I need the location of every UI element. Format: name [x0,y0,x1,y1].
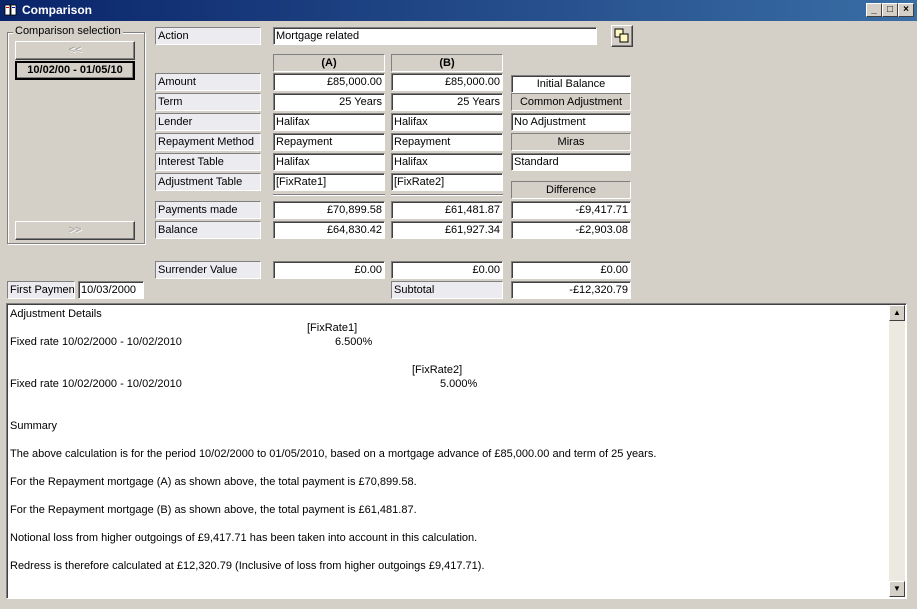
surrender-value-a-field[interactable]: £0.00 [273,261,385,279]
common-adjustment-field[interactable]: No Adjustment [511,113,631,131]
summary-line: For the Repayment mortgage (B) as shown … [10,504,417,516]
miras-field[interactable]: Standard [511,153,631,171]
window-title: Comparison [22,3,93,17]
adjustment-table-b-field[interactable]: [FixRate2] [391,173,503,191]
adjustment-table-a-field[interactable]: [FixRate1] [273,173,385,191]
amount-a-field[interactable]: £85,000.00 [273,73,385,91]
payments-made-label: Payments made [155,201,261,219]
summary-line: Redress is therefore calculated at £12,3… [10,560,485,572]
term-label: Term [155,93,261,111]
amount-b-field[interactable]: £85,000.00 [391,73,503,91]
balance-label: Balance [155,221,261,239]
surrender-value-label: Surrender Value [155,261,261,279]
adjustment-details-panel[interactable]: Adjustment Details [FixRate1] Fixed rate… [6,303,907,599]
subtotal-field: -£12,320.79 [511,281,631,299]
repayment-method-b-field[interactable]: Repayment [391,133,503,151]
compare-button[interactable] [611,25,633,47]
fixrate1-name: [FixRate1] [307,322,358,334]
action-field[interactable]: Mortgage related [273,27,597,45]
difference-header: Difference [511,181,631,199]
lender-label: Lender [155,113,261,131]
amount-label: Amount [155,73,261,91]
summary-line: The above calculation is for the period … [10,448,657,460]
window-app-icon [4,3,19,18]
column-b-separator [391,194,503,196]
interest-table-label: Interest Table [155,153,261,171]
lender-b-field[interactable]: Halifax [391,113,503,131]
initial-balance-field: Initial Balance [511,75,631,93]
details-heading: Adjustment Details [10,308,102,320]
payments-made-difference-field: -£9,417.71 [511,201,631,219]
column-a-separator [273,194,385,196]
close-icon[interactable]: × [898,3,914,17]
first-payment-field[interactable]: 10/03/2000 [78,281,144,299]
vertical-scrollbar[interactable]: ▲ ▼ [889,305,905,597]
adjustment-table-label: Adjustment Table [155,173,261,191]
interest-table-a-field[interactable]: Halifax [273,153,385,171]
summary-heading: Summary [10,420,58,432]
column-a-header: (A) [273,54,385,72]
payments-made-a-field: £70,899.58 [273,201,385,219]
scroll-down-icon[interactable]: ▼ [889,581,905,597]
term-a-field[interactable]: 25 Years [273,93,385,111]
column-b-header: (B) [391,54,503,72]
action-label: Action [155,27,261,45]
compare-icon [614,28,630,47]
fixrate2-name: [FixRate2] [412,364,463,376]
balance-a-field: £64,830.42 [273,221,385,239]
summary-line: Notional loss from higher outgoings of £… [10,532,478,544]
interest-table-b-field[interactable]: Halifax [391,153,503,171]
scroll-up-icon[interactable]: ▲ [889,305,905,321]
surrender-value-difference-field: £0.00 [511,261,631,279]
repayment-method-a-field[interactable]: Repayment [273,133,385,151]
lender-a-field[interactable]: Halifax [273,113,385,131]
surrender-value-b-field[interactable]: £0.00 [391,261,503,279]
payments-made-b-field: £61,481.87 [391,201,503,219]
subtotal-label: Subtotal [391,281,503,299]
previous-button[interactable]: << [15,41,135,60]
current-comparison-button[interactable]: 10/02/00 - 01/05/10 [15,61,135,80]
common-adjustment-label: Common Adjustment [511,93,631,111]
fixrate1-rate: 6.500% [335,336,373,348]
title-bar: Comparison _ □ × [0,0,917,21]
fixrate1-description: Fixed rate 10/02/2000 - 10/02/2010 [10,336,182,348]
miras-label: Miras [511,133,631,151]
balance-b-field: £61,927.34 [391,221,503,239]
comparison-selection-legend: Comparison selection [13,25,123,37]
repayment-method-label: Repayment Method [155,133,261,151]
fixrate2-rate: 5.000% [440,378,478,390]
summary-line: For the Repayment mortgage (A) as shown … [10,476,417,488]
balance-difference-field: -£2,903.08 [511,221,631,239]
first-payment-label: First Payment [7,281,75,299]
next-button[interactable]: >> [15,221,135,240]
maximize-icon[interactable]: □ [882,3,898,17]
minimize-icon[interactable]: _ [866,3,882,17]
fixrate2-description: Fixed rate 10/02/2000 - 10/02/2010 [10,378,182,390]
term-b-field[interactable]: 25 Years [391,93,503,111]
